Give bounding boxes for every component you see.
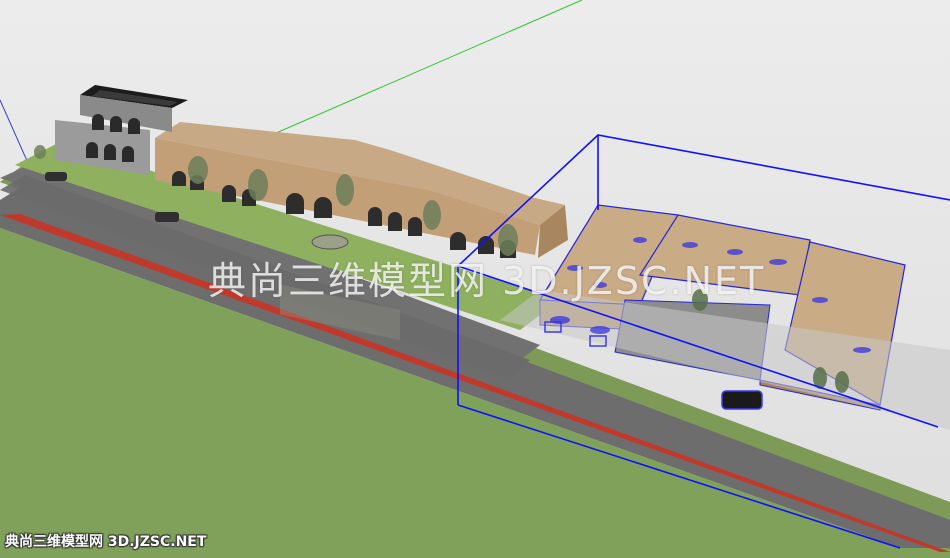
car-3	[721, 390, 763, 410]
car-2	[155, 212, 179, 222]
car-1	[45, 172, 67, 181]
plaza-fountain	[311, 234, 349, 250]
scene-canvas[interactable]	[0, 0, 950, 558]
3d-model-viewport[interactable]: 典尚三维模型网 3D.JZSC.NET 典尚三维模型网 3D.JZSC.NET	[0, 0, 950, 558]
green-axis-line	[259, 0, 583, 141]
watermark-footer: 典尚三维模型网 3D.JZSC.NET	[5, 534, 207, 550]
